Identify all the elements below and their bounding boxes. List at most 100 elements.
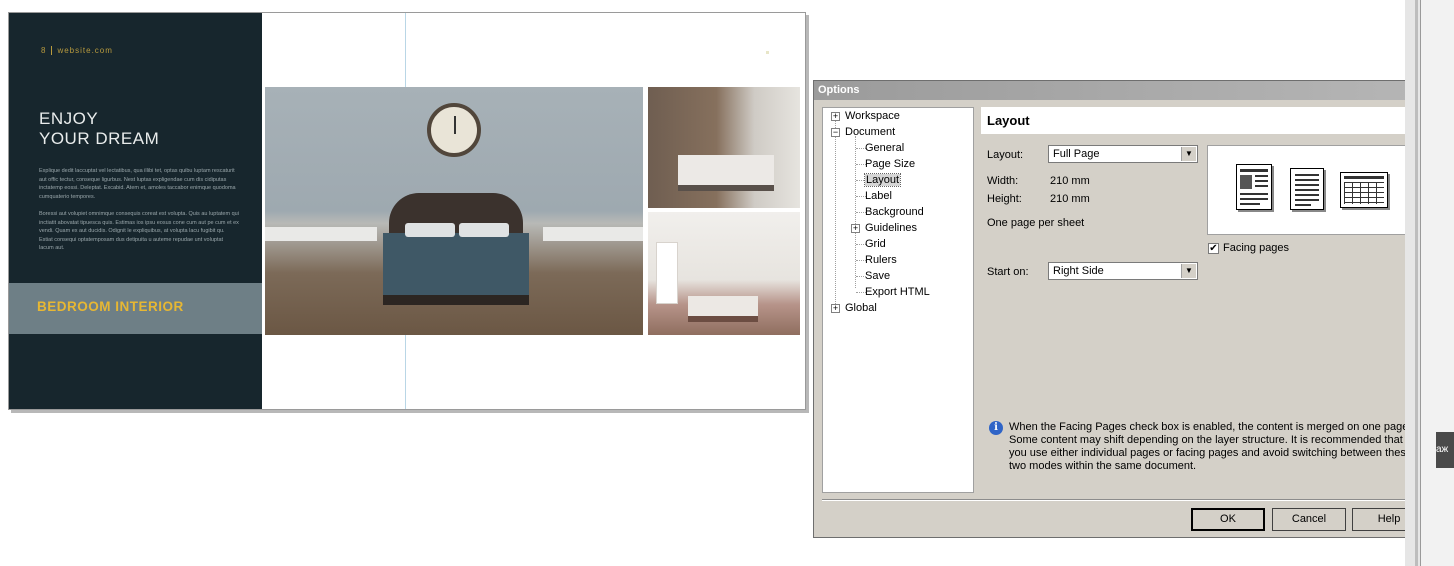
table-layout-icon: [1340, 172, 1388, 208]
dialog-titlebar[interactable]: Options ✕: [814, 81, 1435, 100]
page-number: 8: [41, 46, 47, 55]
preview-bar: [1295, 204, 1311, 206]
button-separator: [822, 499, 1428, 501]
pillow-shape: [405, 223, 455, 237]
start-on-value: Right Side: [1053, 265, 1104, 277]
page-header: 8 website.com: [41, 46, 113, 56]
tree-item-label: Global: [845, 302, 877, 314]
dialog-title: Options: [818, 84, 860, 96]
pillow-shape: [459, 223, 509, 237]
layout-dropdown[interactable]: Full Page ▼: [1048, 145, 1198, 163]
headline-line-2: YOUR DREAM: [39, 129, 160, 148]
section-title: Layout: [987, 113, 1030, 128]
preview-grid: [1344, 182, 1384, 204]
main-bedroom-photo[interactable]: [265, 87, 643, 335]
collapse-icon[interactable]: −: [831, 128, 840, 137]
check-icon: ✔: [1209, 243, 1218, 254]
preview-bar: [1295, 184, 1319, 186]
start-on-label: Start on:: [987, 266, 1029, 278]
headline: ENJOY YOUR DREAM: [39, 109, 159, 149]
bed-shape: [383, 233, 529, 305]
full-page-layout-icon: [1236, 164, 1272, 210]
options-dialog: Options ✕ + Workspace − Document General…: [813, 80, 1436, 538]
preview-bar: [1255, 175, 1268, 177]
docker-tab[interactable]: аж: [1436, 432, 1454, 468]
preview-bar: [1295, 174, 1319, 176]
dropdown-arrow-icon[interactable]: ▼: [1181, 264, 1196, 278]
info-message: When the Facing Pages check box is enabl…: [1009, 421, 1412, 472]
expand-icon[interactable]: +: [851, 224, 860, 233]
tree-item-general[interactable]: General: [865, 140, 904, 156]
preview-bar: [1255, 180, 1268, 182]
left-dark-panel: 8 website.com ENJOY YOUR DREAM Explique d…: [9, 13, 262, 409]
expand-icon[interactable]: +: [831, 304, 840, 313]
right-shelf-shape: [543, 227, 643, 241]
tree-item-export-html[interactable]: Export HTML: [865, 284, 930, 300]
tree-item-background[interactable]: Background: [865, 204, 924, 220]
band-title: BEDROOM INTERIOR: [37, 299, 184, 314]
facing-pages-label[interactable]: Facing pages: [1223, 242, 1289, 254]
tree-item-label: Guidelines: [865, 222, 917, 234]
layout-value: Full Page: [1053, 148, 1100, 160]
preview-bar: [1240, 203, 1260, 205]
title-band: BEDROOM INTERIOR: [9, 283, 262, 334]
preview-bar: [1295, 189, 1319, 191]
window-shape: [656, 242, 678, 304]
width-label: Width:: [987, 175, 1019, 187]
right-edge-scrollbar[interactable]: [1415, 0, 1418, 566]
docker-panel: [1420, 0, 1454, 566]
width-value: 210 mm: [1050, 175, 1090, 187]
expand-icon[interactable]: +: [831, 112, 840, 121]
tree-item-rulers[interactable]: Rulers: [865, 252, 897, 268]
bed-shape: [678, 155, 774, 191]
tree-item-save[interactable]: Save: [865, 268, 890, 284]
section-header: Layout: [981, 107, 1426, 134]
facing-pages-checkbox[interactable]: ✔: [1208, 243, 1219, 254]
preview-bar: [1240, 169, 1268, 172]
top-right-bedroom-photo[interactable]: [648, 87, 800, 208]
options-tree[interactable]: + Workspace − Document General Page Size…: [822, 107, 974, 493]
tree-item-page-size[interactable]: Page Size: [865, 156, 915, 172]
preview-bar: [1240, 198, 1268, 200]
preview-bar: [1240, 193, 1268, 195]
tree-item-label: Layout: [863, 173, 902, 187]
tree-item-label: General: [865, 142, 905, 154]
cancel-button[interactable]: Cancel: [1272, 508, 1346, 531]
tree-item-label: Document: [845, 126, 896, 138]
headline-line-1: ENJOY: [39, 109, 99, 128]
tree-item-label: Page Size: [865, 158, 916, 170]
docker-tab-label: аж: [1436, 444, 1449, 455]
height-label: Height:: [987, 193, 1022, 205]
tree-item-label: Label: [865, 190, 892, 202]
page-spread: 8 website.com ENJOY YOUR DREAM Explique d…: [8, 12, 806, 410]
tree-item-grid[interactable]: Grid: [865, 236, 886, 252]
preview-bar: [1295, 199, 1319, 201]
text-page-layout-icon: [1290, 168, 1324, 210]
tree-item-label: Export HTML: [865, 286, 930, 298]
preview-bar: [1240, 175, 1252, 189]
start-on-dropdown[interactable]: Right Side ▼: [1048, 262, 1198, 280]
clock-shape: [427, 103, 481, 157]
corner-mark: [766, 51, 769, 54]
tree-item-label: Save: [865, 270, 891, 282]
tree-item-label: Workspace: [845, 110, 900, 122]
tree-item-label-settings[interactable]: Label: [865, 188, 892, 204]
dropdown-arrow-icon[interactable]: ▼: [1181, 147, 1196, 161]
layout-preview: [1207, 145, 1417, 235]
bed-shape: [688, 296, 758, 322]
info-icon: i: [989, 421, 1003, 435]
layout-settings-panel: Layout Layout: Full Page ▼ Width: 210 mm…: [981, 107, 1426, 493]
tree-item-label: Rulers: [865, 254, 897, 266]
header-divider: [51, 46, 53, 56]
bottom-right-bedroom-photo[interactable]: [648, 212, 800, 335]
preview-bar: [1295, 194, 1319, 196]
left-shelf-shape: [265, 227, 377, 241]
body-paragraph-2: Boressi aut volupiet omnimque consequis …: [39, 211, 239, 252]
tree-item-label: Grid: [865, 238, 886, 250]
tree-connector: [835, 120, 836, 312]
body-paragraph-1: Explique dedit laccuptat vel lectatibus,…: [39, 168, 236, 200]
ok-button[interactable]: OK: [1191, 508, 1265, 531]
tree-item-layout[interactable]: Layout: [863, 172, 902, 188]
pages-per-sheet-text: One page per sheet: [987, 217, 1085, 229]
layout-label: Layout:: [987, 149, 1024, 161]
